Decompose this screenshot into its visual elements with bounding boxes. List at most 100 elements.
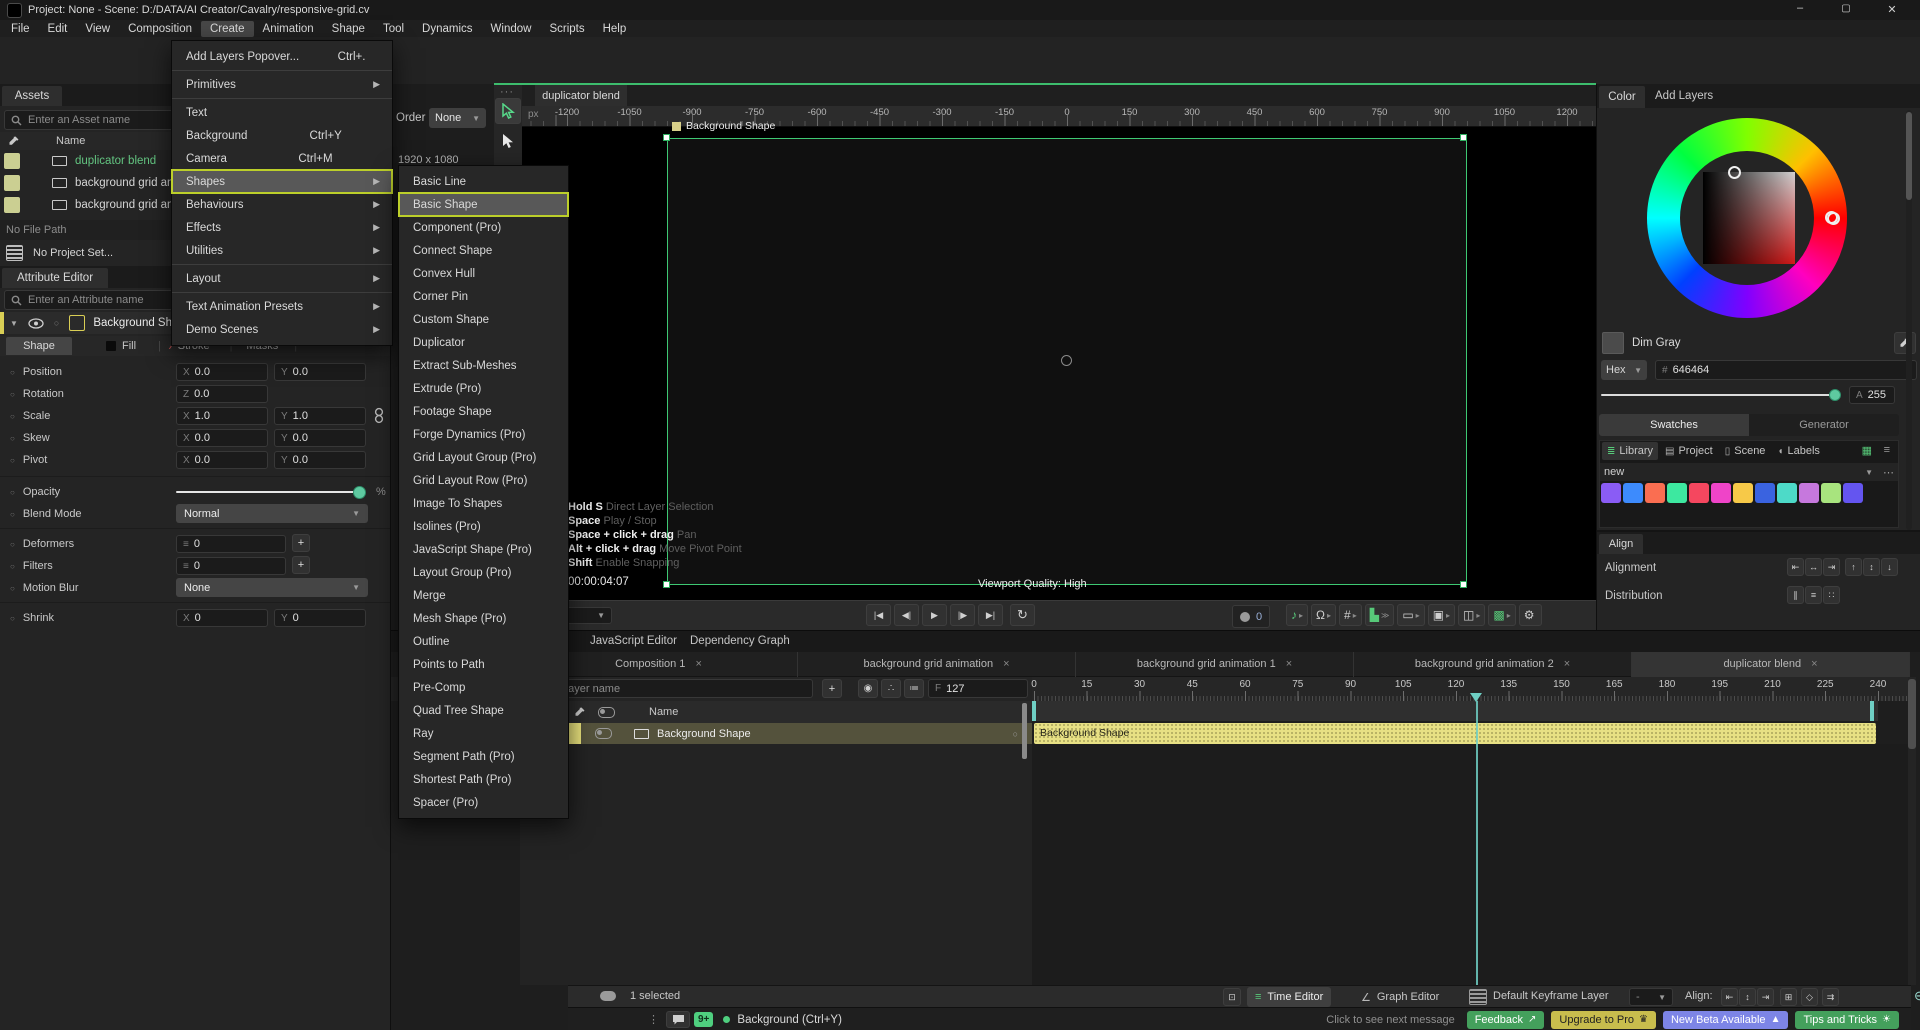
grid-view-icon[interactable]: ▦: [1862, 444, 1872, 457]
eyedropper-icon[interactable]: [8, 135, 20, 147]
solo-circle-icon[interactable]: ○: [1013, 729, 1018, 739]
shapes-submenu-item[interactable]: Convex Hull: [399, 262, 568, 285]
keyframe-tool-button[interactable]: ⇉: [1822, 988, 1839, 1006]
asset-color-swatch[interactable]: [4, 153, 20, 169]
menu-bar-item[interactable]: File: [2, 21, 39, 37]
align-button[interactable]: ↑: [1845, 558, 1862, 576]
visibility-eye-icon[interactable]: [28, 317, 44, 329]
shapes-submenu-item[interactable]: JavaScript Shape (Pro): [399, 538, 568, 561]
shrink-y-field[interactable]: Y0: [274, 609, 366, 627]
minimize-button[interactable]: –: [1780, 2, 1820, 14]
deformers-field[interactable]: ≡ 0: [176, 535, 286, 553]
alpha-slider-track[interactable]: [1601, 394, 1839, 396]
playhead-marker[interactable]: [1470, 693, 1482, 702]
create-menu-item[interactable]: Layout ▶: [172, 267, 392, 293]
shapes-submenu-item[interactable]: Extract Sub-Meshes: [399, 354, 568, 377]
list-view-icon[interactable]: ≡: [1884, 444, 1890, 456]
create-menu-item[interactable]: Behaviours ▶: [172, 193, 392, 216]
playhead-line[interactable]: [1476, 701, 1478, 985]
shapes-submenu-item[interactable]: Component (Pro): [399, 216, 568, 239]
render-counter[interactable]: 0: [1232, 605, 1271, 628]
menu-bar-item[interactable]: View: [76, 21, 119, 37]
transport-button[interactable]: ▶|: [978, 604, 1003, 626]
shapes-submenu-item[interactable]: Basic Line: [399, 170, 568, 193]
close-icon[interactable]: ×: [1286, 658, 1292, 670]
menu-bar-item[interactable]: Help: [594, 21, 636, 37]
library-tab[interactable]: ▤ Project: [1660, 442, 1718, 460]
keyframe-layer-label[interactable]: Default Keyframe Layer: [1493, 990, 1609, 1002]
onion-skin-icon[interactable]: ◉: [858, 679, 878, 698]
color-swatch[interactable]: [1755, 483, 1775, 503]
hue-selector[interactable]: [1825, 211, 1838, 224]
direct-select-tool-button[interactable]: [495, 128, 521, 154]
create-menu-item[interactable]: Camera Ctrl+M: [172, 147, 392, 170]
skew-y-field[interactable]: Y 0.0: [274, 429, 366, 447]
shapes-submenu-item[interactable]: Spacer (Pro): [399, 791, 568, 814]
shapes-submenu-item[interactable]: Shortest Path (Pro): [399, 768, 568, 791]
tool-strip-menu-icon[interactable]: ···: [500, 86, 514, 98]
status-action-button[interactable]: Upgrade to Pro ♛: [1551, 1010, 1656, 1029]
shapes-submenu-item[interactable]: Custom Shape: [399, 308, 568, 331]
menu-bar-item[interactable]: Shape: [323, 21, 374, 37]
shapes-submenu-item[interactable]: Merge: [399, 584, 568, 607]
tab-dependency-graph[interactable]: Dependency Graph: [690, 635, 790, 647]
distribute-button[interactable]: ≡: [1805, 586, 1822, 604]
tab-shape[interactable]: Shape: [6, 337, 72, 355]
color-swatch[interactable]: [1843, 483, 1863, 503]
work-area-start-handle[interactable]: [1032, 701, 1036, 721]
loop-button[interactable]: ↻: [1010, 604, 1035, 626]
composition-tab[interactable]: background grid animation ×: [798, 651, 1076, 677]
shapes-submenu-item[interactable]: Pre-Comp: [399, 676, 568, 699]
eyedropper-button[interactable]: [1894, 332, 1916, 354]
asset-color-swatch[interactable]: [4, 175, 20, 191]
library-tab[interactable]: ▯ Scene: [1720, 442, 1771, 460]
link-scale-icon[interactable]: [372, 407, 386, 424]
shapes-submenu-item[interactable]: Outline: [399, 630, 568, 653]
time-editor-button[interactable]: ≡ Time Editor: [1247, 987, 1332, 1007]
color-swatch[interactable]: [1645, 483, 1665, 503]
create-menu-item[interactable]: Primitives ▶: [172, 73, 392, 99]
selection-handle[interactable]: [1460, 134, 1467, 141]
tab-assets[interactable]: Assets: [2, 86, 62, 106]
swatch-group-row[interactable]: new ▼ ⋯: [1600, 463, 1898, 481]
align-button[interactable]: ⇥: [1757, 988, 1774, 1006]
shapes-submenu-item[interactable]: Mesh Shape (Pro): [399, 607, 568, 630]
close-icon[interactable]: ×: [1564, 658, 1570, 670]
rotation-z-field[interactable]: Z 0.0: [176, 385, 268, 403]
scale-y-field[interactable]: Y 1.0: [274, 407, 366, 425]
shapes-submenu-item[interactable]: Connect Shape: [399, 239, 568, 262]
color-swatch[interactable]: [1711, 483, 1731, 503]
menu-bar-item[interactable]: Composition: [119, 21, 201, 37]
alpha-field[interactable]: A 255: [1849, 386, 1895, 404]
shapes-submenu-item[interactable]: Grid Layout Group (Pro): [399, 446, 568, 469]
shapes-submenu-item[interactable]: Quad Tree Shape: [399, 699, 568, 722]
keyframe-filter-field[interactable]: - ▼: [1629, 988, 1673, 1006]
scale-x-field[interactable]: X 1.0: [176, 407, 268, 425]
color-swatch[interactable]: [1667, 483, 1687, 503]
selection-layer-label[interactable]: Background Shape: [672, 120, 775, 132]
chevron-down-icon[interactable]: ▼: [10, 319, 18, 328]
library-tab[interactable]: ◖ Labels: [1772, 442, 1824, 460]
status-action-button[interactable]: Feedback ↗: [1466, 1010, 1545, 1029]
timeline-scrollbar-track[interactable]: [1908, 677, 1916, 985]
position-x-field[interactable]: X 0.0: [176, 363, 268, 381]
menu-bar-item[interactable]: Edit: [39, 21, 77, 37]
keyframe-tool-button[interactable]: ◇: [1801, 988, 1818, 1006]
eyedropper-icon[interactable]: [574, 706, 586, 718]
filter-settings-icon[interactable]: ≔: [904, 679, 924, 698]
alpha-slider-knob[interactable]: [1829, 389, 1841, 401]
menu-bar-item[interactable]: Animation: [254, 21, 323, 37]
pivot-y-field[interactable]: Y 0.0: [274, 451, 366, 469]
create-menu-item[interactable]: Effects ▶: [172, 216, 392, 239]
color-swatch[interactable]: [1777, 483, 1797, 503]
motion-blur-dropdown[interactable]: None ▼: [176, 578, 368, 597]
create-menu-item[interactable]: Background Ctrl+Y: [172, 124, 392, 147]
current-color-swatch[interactable]: [1602, 332, 1624, 354]
color-swatch[interactable]: [1821, 483, 1841, 503]
shapes-submenu-item[interactable]: Corner Pin: [399, 285, 568, 308]
messages-button[interactable]: [666, 1011, 690, 1028]
color-mode-dropdown[interactable]: Hex ▼: [1601, 360, 1647, 380]
swatch-group-menu-icon[interactable]: ⋯: [1883, 466, 1894, 479]
blend-mode-dropdown[interactable]: Normal ▼: [176, 504, 368, 523]
shrink-x-field[interactable]: X0: [176, 609, 268, 627]
